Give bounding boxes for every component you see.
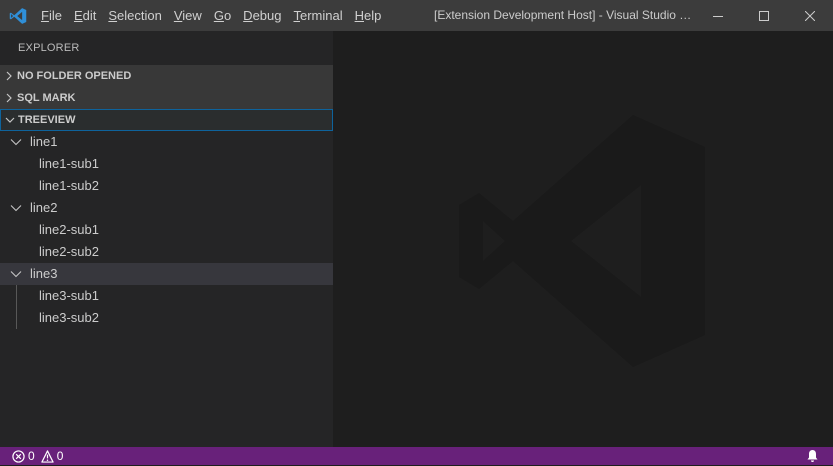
section-label: TREEVIEW [18, 114, 76, 126]
title-bar: File Edit Selection View Go Debug Termin… [0, 0, 833, 31]
tree-item-label: line3-sub1 [39, 288, 99, 303]
window-title: [Extension Development Host] - Visual St… [434, 8, 694, 22]
menu-selection[interactable]: Selection [102, 0, 167, 31]
tree-item-label: line2-sub2 [39, 244, 99, 259]
chevron-down-icon [2, 109, 18, 131]
warning-triangle-icon [41, 449, 54, 463]
tree-item-line1-sub1[interactable]: line1-sub1 [0, 153, 333, 175]
bell-icon [807, 450, 818, 462]
explorer-sidebar: EXPLORER NO FOLDER OPENED SQL MARK TREEV… [0, 31, 333, 447]
menu-file[interactable]: File [35, 0, 68, 31]
section-label: NO FOLDER OPENED [17, 70, 132, 82]
maximize-button[interactable] [741, 0, 787, 31]
menu-go[interactable]: Go [208, 0, 237, 31]
menu-bar: File Edit Selection View Go Debug Termin… [35, 0, 387, 31]
tree-item-line2[interactable]: line2 [0, 197, 333, 219]
chevron-right-icon [1, 87, 17, 109]
minimize-button[interactable] [695, 0, 741, 31]
tree-item-line3-sub2[interactable]: line3-sub2 [0, 307, 333, 329]
status-bar: 0 0 [0, 447, 833, 465]
close-button[interactable] [787, 0, 833, 31]
menu-help[interactable]: Help [349, 0, 388, 31]
vscode-logo-icon[interactable] [0, 0, 35, 31]
minimize-icon [713, 15, 723, 17]
error-circle-icon [12, 449, 25, 463]
maximize-icon [759, 10, 769, 21]
tree-item-label: line1 [30, 134, 58, 149]
chevron-right-icon [1, 65, 17, 87]
tree-item-label: line3-sub2 [39, 310, 99, 325]
tree-item-line1-sub2[interactable]: line1-sub2 [0, 175, 333, 197]
menu-debug[interactable]: Debug [237, 0, 287, 31]
tree-item-label: line3 [30, 266, 58, 281]
close-icon [805, 10, 815, 21]
editor-area[interactable] [333, 31, 833, 447]
warning-count: 0 [56, 449, 64, 463]
tree-item-label: line1-sub1 [39, 156, 99, 171]
tree-item-label: line1-sub2 [39, 178, 99, 193]
window-controls [695, 0, 833, 31]
tree-item-label: line2 [30, 200, 58, 215]
menu-view[interactable]: View [168, 0, 208, 31]
tree-item-label: line2-sub1 [39, 222, 99, 237]
explorer-title: EXPLORER [18, 42, 80, 54]
indent-guide [16, 285, 17, 307]
chevron-down-icon [8, 263, 24, 285]
section-no-folder-opened[interactable]: NO FOLDER OPENED [0, 65, 333, 87]
problems-indicator[interactable]: 0 0 [12, 449, 63, 463]
section-treeview[interactable]: TREEVIEW [0, 109, 333, 131]
section-label: SQL MARK [17, 92, 76, 104]
chevron-down-icon [8, 131, 24, 153]
indent-guide [16, 307, 17, 329]
tree-item-line2-sub1[interactable]: line2-sub1 [0, 219, 333, 241]
chevron-down-icon [8, 197, 24, 219]
vscode-watermark-icon [453, 111, 713, 375]
tree-item-line3[interactable]: line3 [0, 263, 333, 285]
section-sql-mark[interactable]: SQL MARK [0, 87, 333, 109]
tree-item-line2-sub2[interactable]: line2-sub2 [0, 241, 333, 263]
tree-item-line1[interactable]: line1 [0, 131, 333, 153]
error-count: 0 [28, 449, 35, 463]
notifications-button[interactable] [806, 449, 819, 466]
menu-terminal[interactable]: Terminal [287, 0, 348, 31]
menu-edit[interactable]: Edit [68, 0, 102, 31]
tree-item-line3-sub1[interactable]: line3-sub1 [0, 285, 333, 307]
